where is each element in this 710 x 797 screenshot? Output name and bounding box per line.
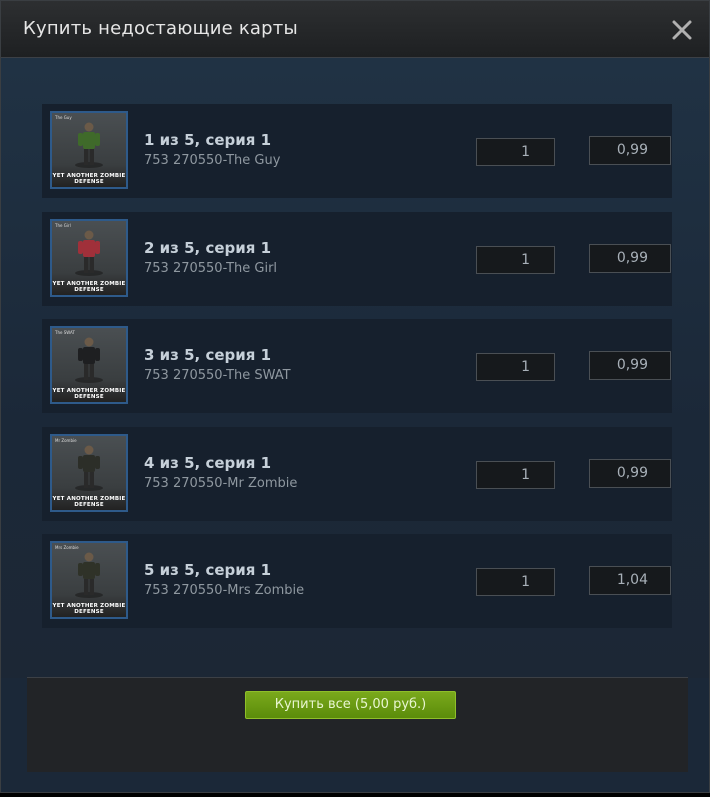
card-info: 4 из 5, серия 1 753 270550-Mr Zombie [144,454,297,491]
game-logo: YET ANOTHER ZOMBIE DEFENSE [52,280,126,293]
card-list: The Guy YET ANOTHER ZOMBIE DEFENSE 1 из … [42,104,672,642]
buy-missing-cards-dialog: Купить недостающие карты The Guy YET ANO… [0,0,710,793]
card-heading: 2 из 5, серия 1 [144,238,272,257]
dialog-titlebar: Купить недостающие карты [1,1,709,58]
buy-all-button[interactable]: Купить все (5,00 руб.) [245,691,456,719]
quantity-input[interactable]: 1 [476,245,555,274]
card-subtitle: 753 270550-Mrs Zombie [144,583,305,598]
game-logo: YET ANOTHER ZOMBIE DEFENSE [52,603,126,615]
quantity-input[interactable]: 1 [476,353,555,381]
quantity-input[interactable]: 1 [476,138,555,166]
dialog-footer: Купить все (5,00 руб.) [27,677,688,772]
card-subtitle: 753 270550-Mr Zombie [144,475,298,491]
price-input[interactable]: 1,04 [589,566,671,595]
card-thumbnail[interactable]: The Guy YET ANOTHER ZOMBIE DEFENSE [50,111,128,189]
card-row: Mr Zombie YET ANOTHER ZOMBIE DEFENSE 4 и… [42,426,672,521]
card-thumbnail[interactable]: The SWAT YET ANOTHER ZOMBIE DEFENSE [50,326,128,404]
card-subtitle: 753 270550-The Guy [144,153,281,168]
game-logo: YET ANOTHER ZOMBIE DEFENSE [52,495,126,508]
card-thumbnail[interactable]: The Girl YET ANOTHER ZOMBIE DEFENSE [50,218,128,297]
card-heading: 5 из 5, серия 1 [144,561,272,579]
card-info: 2 из 5, серия 1 753 270550-The Girl [144,239,277,276]
card-heading: 3 из 5, серия 1 [144,346,272,364]
price-input[interactable]: 0,99 [589,136,671,165]
game-logo: YET ANOTHER ZOMBIE DEFENSE [52,173,126,185]
card-row: The Guy YET ANOTHER ZOMBIE DEFENSE 1 из … [42,104,672,198]
dialog-content: The Guy YET ANOTHER ZOMBIE DEFENSE 1 из … [1,58,709,678]
card-heading: 4 из 5, серия 1 [144,453,272,472]
card-info: 3 из 5, серия 1 753 270550-The SWAT [144,346,291,383]
close-icon[interactable] [669,17,695,43]
card-thumbnail[interactable]: Mr Zombie YET ANOTHER ZOMBIE DEFENSE [50,433,128,512]
card-subtitle: 753 270550-The Girl [144,260,278,276]
price-input[interactable]: 0,99 [589,351,671,380]
quantity-input[interactable]: 1 [476,568,555,596]
quantity-input[interactable]: 1 [476,460,555,489]
card-row: Mrs Zombie YET ANOTHER ZOMBIE DEFENSE 5 … [42,534,672,628]
card-subtitle: 753 270550-The SWAT [144,368,291,383]
card-row: The SWAT YET ANOTHER ZOMBIE DEFENSE 3 из… [42,319,672,413]
game-logo: YET ANOTHER ZOMBIE DEFENSE [52,388,126,400]
card-row: The Girl YET ANOTHER ZOMBIE DEFENSE 2 из… [42,211,672,306]
card-thumbnail[interactable]: Mrs Zombie YET ANOTHER ZOMBIE DEFENSE [50,541,128,619]
card-info: 1 из 5, серия 1 753 270550-The Guy [144,131,280,168]
card-heading: 1 из 5, серия 1 [144,131,272,149]
card-info: 5 из 5, серия 1 753 270550-Mrs Zombie [144,561,304,598]
dialog-title: Купить недостающие карты [23,18,298,39]
price-input[interactable]: 0,99 [589,243,671,273]
price-input[interactable]: 0,99 [589,458,671,488]
